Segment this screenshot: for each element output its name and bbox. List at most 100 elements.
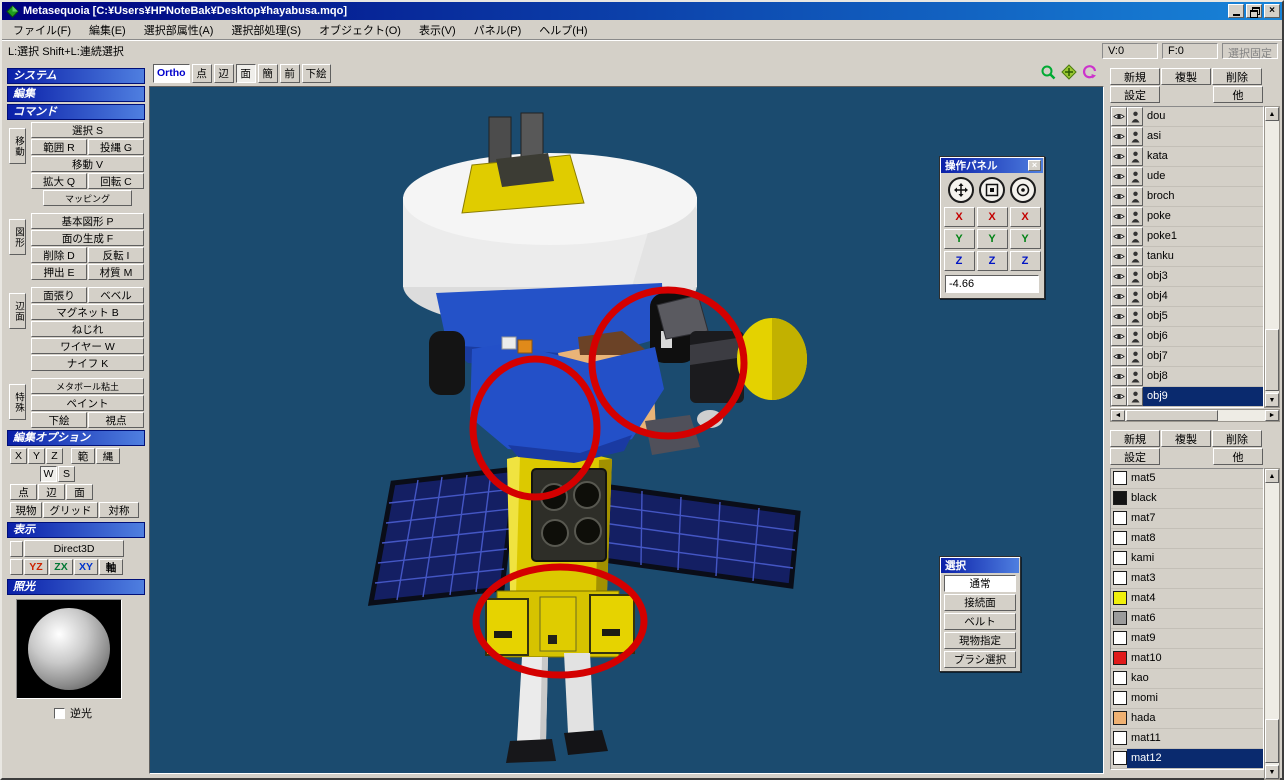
op-y-button-2[interactable]: Y — [976, 229, 1008, 249]
show-points-toggle[interactable]: 点 — [191, 63, 212, 83]
command-tab-edgeface[interactable]: 辺面 — [9, 293, 26, 329]
menu-item[interactable]: 選択部属性(A) — [135, 20, 223, 40]
section-system[interactable]: システム — [7, 68, 145, 84]
cmd-scale[interactable]: 拡大 Q — [31, 173, 87, 189]
visibility-eye-icon[interactable] — [1111, 207, 1127, 226]
object-type-figure-icon[interactable] — [1127, 327, 1143, 346]
cmd-mapping[interactable]: マッピング — [43, 190, 132, 206]
cmd-material[interactable]: 材質 M — [88, 264, 144, 280]
cmd-lasso[interactable]: 投縄 G — [88, 139, 144, 155]
section-edit-options[interactable]: 編集オプション — [7, 430, 145, 446]
visibility-eye-icon[interactable] — [1111, 307, 1127, 326]
object-other-button[interactable]: 他 — [1213, 86, 1263, 103]
view-yz-button[interactable]: YZ — [24, 559, 48, 575]
object-row[interactable]: obj6 — [1111, 327, 1263, 347]
cmd-extrude[interactable]: 押出 E — [31, 264, 87, 280]
material-row[interactable]: kao — [1111, 669, 1263, 689]
object-type-figure-icon[interactable] — [1127, 187, 1143, 206]
section-edit[interactable]: 編集 — [7, 86, 145, 102]
object-type-figure-icon[interactable] — [1127, 107, 1143, 126]
op-y-button-3[interactable]: Y — [1009, 229, 1041, 249]
object-row[interactable]: kata — [1111, 147, 1263, 167]
cmd-underlay[interactable]: 下絵 — [31, 412, 87, 428]
command-tab-special[interactable]: 特殊 — [9, 384, 26, 420]
view-axis-button[interactable]: 軸 — [99, 559, 123, 575]
symmetry-toggle[interactable]: 対称 — [99, 502, 139, 518]
object-row[interactable]: obj8 — [1111, 367, 1263, 387]
material-row[interactable]: mat5 — [1111, 469, 1263, 489]
visibility-eye-icon[interactable] — [1111, 147, 1127, 166]
material-row[interactable]: mat10 — [1111, 649, 1263, 669]
section-display[interactable]: 表示 — [7, 522, 145, 538]
object-row[interactable]: obj4 — [1111, 287, 1263, 307]
menu-item[interactable]: ヘルプ(H) — [530, 20, 596, 40]
material-row[interactable]: kami — [1111, 549, 1263, 569]
material-delete-button[interactable]: 削除 — [1212, 430, 1262, 447]
axis-y-toggle[interactable]: Y — [28, 448, 45, 464]
scroll-left-icon[interactable]: ◄ — [1111, 410, 1125, 421]
object-type-figure-icon[interactable] — [1127, 367, 1143, 386]
object-type-figure-icon[interactable] — [1127, 287, 1143, 306]
object-list-hscrollbar[interactable]: ◄ ► — [1110, 409, 1280, 422]
zoom-view-icon[interactable] — [1040, 64, 1056, 83]
visibility-eye-icon[interactable] — [1111, 187, 1127, 206]
scroll-right-icon[interactable]: ► — [1265, 410, 1279, 421]
visibility-eye-icon[interactable] — [1111, 167, 1127, 186]
viewport-3d[interactable]: 操作パネル × X X X Y Y Y Z Z Z -4.66 選択 通常 接続… — [149, 86, 1104, 774]
op-x-button-1[interactable]: X — [943, 207, 975, 227]
object-type-figure-icon[interactable] — [1127, 267, 1143, 286]
simple-display-toggle[interactable]: 簡 — [257, 63, 278, 83]
material-row[interactable]: mat8 — [1111, 529, 1263, 549]
scroll-down-icon[interactable]: ▼ — [1265, 393, 1279, 407]
selection-panel[interactable]: 選択 通常 接続面 ベルト 現物指定 ブラシ選択 — [939, 556, 1021, 672]
object-row[interactable]: tanku — [1111, 247, 1263, 267]
cmd-move[interactable]: 移動 V — [31, 156, 144, 172]
object-row[interactable]: broch — [1111, 187, 1263, 207]
selection-mode-button[interactable]: 現物指定 — [944, 632, 1016, 649]
cmd-bevel[interactable]: ベベル — [88, 287, 144, 303]
object-row[interactable]: obj9 — [1111, 387, 1263, 407]
rope-toggle[interactable]: 縄 — [96, 448, 120, 464]
renderer-button[interactable]: Direct3D — [24, 540, 124, 557]
selection-mode-button[interactable]: ベルト — [944, 613, 1016, 630]
material-list-scrollbar[interactable]: ▲ ▼ — [1264, 468, 1280, 780]
lighting-preview[interactable] — [16, 599, 122, 699]
grid-toggle[interactable]: グリッド — [43, 502, 98, 518]
material-row[interactable]: mat12 — [1111, 749, 1263, 769]
ortho-button[interactable]: Ortho — [153, 63, 190, 83]
menu-item[interactable]: オブジェクト(O) — [310, 20, 410, 40]
object-type-figure-icon[interactable] — [1127, 307, 1143, 326]
lighting-sphere[interactable] — [28, 608, 110, 690]
object-type-figure-icon[interactable] — [1127, 207, 1143, 226]
cmd-twist[interactable]: ねじれ — [31, 321, 144, 337]
display-small-toggle-2[interactable] — [10, 559, 23, 575]
menu-item[interactable]: 編集(E) — [80, 20, 135, 40]
display-small-toggle-1[interactable] — [10, 540, 23, 557]
face-toggle[interactable]: 面 — [66, 484, 93, 500]
cmd-knife[interactable]: ナイフ K — [31, 355, 144, 371]
object-new-button[interactable]: 新規 — [1110, 68, 1160, 85]
object-list-scrollbar[interactable]: ▲ ▼ — [1264, 106, 1280, 408]
object-delete-button[interactable]: 削除 — [1212, 68, 1262, 85]
object-type-figure-icon[interactable] — [1127, 167, 1143, 186]
command-tab-shape[interactable]: 図形 — [9, 219, 26, 255]
object-row[interactable]: asi — [1111, 127, 1263, 147]
object-row[interactable]: obj5 — [1111, 307, 1263, 327]
visibility-eye-icon[interactable] — [1111, 267, 1127, 286]
cmd-wire[interactable]: ワイヤー W — [31, 338, 144, 354]
object-type-figure-icon[interactable] — [1127, 147, 1143, 166]
cmd-rotate[interactable]: 回転 C — [88, 173, 144, 189]
op-y-button-1[interactable]: Y — [943, 229, 975, 249]
op-x-button-3[interactable]: X — [1009, 207, 1041, 227]
material-new-button[interactable]: 新規 — [1110, 430, 1160, 447]
axis-x-toggle[interactable]: X — [10, 448, 27, 464]
move-tool-button[interactable] — [948, 177, 974, 203]
cmd-delete[interactable]: 削除 D — [31, 247, 87, 263]
restore-button[interactable] — [1246, 4, 1262, 18]
material-row[interactable]: hada — [1111, 709, 1263, 729]
cmd-viewpoint[interactable]: 視点 — [88, 412, 144, 428]
rotate-view-icon[interactable] — [1082, 64, 1098, 83]
edge-toggle[interactable]: 辺 — [38, 484, 65, 500]
cmd-face-fill[interactable]: 面張り — [31, 287, 87, 303]
screen-toggle[interactable]: S — [58, 466, 75, 482]
